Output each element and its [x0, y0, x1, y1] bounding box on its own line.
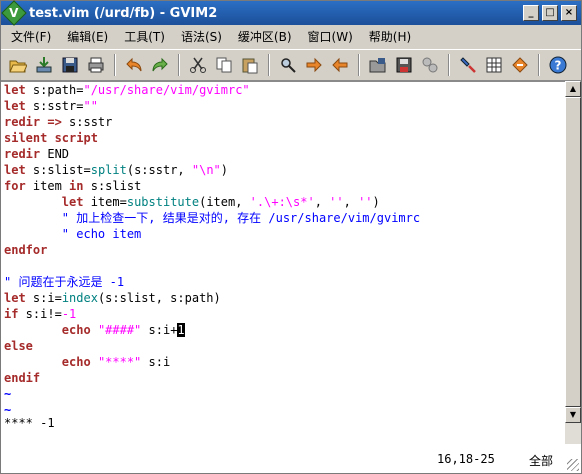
code-line: redir END — [4, 147, 70, 161]
close-button[interactable]: × — [561, 5, 577, 21]
code-line: endif — [4, 371, 41, 385]
code-line: " echo item — [4, 227, 142, 241]
menu-buffers[interactable]: 缓冲区(B) — [230, 27, 300, 47]
minimize-button[interactable]: _ — [523, 5, 539, 21]
redo-icon[interactable] — [149, 54, 171, 76]
load-session-icon[interactable] — [367, 54, 389, 76]
toolbar-separator — [178, 54, 180, 76]
toolbar: ? — [1, 49, 581, 81]
code-line: else — [4, 339, 33, 353]
title-bar[interactable]: V test.vim (/urd/fb) - GVIM2 _ □ × — [1, 0, 581, 26]
menu-window[interactable]: 窗口(W) — [300, 27, 361, 47]
command-line[interactable]: **** -1 16,18-25 全部 — [1, 416, 581, 473]
menu-file[interactable]: 文件(F) — [3, 27, 59, 47]
text-cursor: 1 — [177, 323, 185, 337]
find-replace-icon[interactable] — [277, 54, 299, 76]
help-icon[interactable]: ? — [547, 54, 569, 76]
empty-line-marker: ~ — [4, 387, 12, 401]
save-icon[interactable] — [33, 54, 55, 76]
menu-edit[interactable]: 编辑(E) — [59, 27, 116, 47]
toolbar-separator — [448, 54, 450, 76]
code-line: endfor — [4, 243, 48, 257]
save-all-icon[interactable] — [59, 54, 81, 76]
code-line: if s:i!=-1 — [4, 307, 77, 321]
code-line: let s:sstr="" — [4, 99, 98, 113]
svg-text:?: ? — [555, 59, 562, 73]
toolbar-separator — [358, 54, 360, 76]
vim-logo-icon: V — [1, 0, 27, 26]
make-icon[interactable] — [457, 54, 479, 76]
code-line: let s:i=index(s:slist, s:path) — [4, 291, 221, 305]
open-icon[interactable] — [7, 54, 29, 76]
window-title: test.vim (/urd/fb) - GVIM2 — [29, 5, 218, 21]
save-session-icon[interactable] — [393, 54, 415, 76]
resize-grip-icon[interactable] — [567, 459, 579, 471]
code-line: " 问题在于永远是 -1 — [4, 275, 125, 289]
code-line: echo "****" s:i — [61, 355, 171, 369]
cut-icon[interactable] — [187, 54, 209, 76]
command-output: **** -1 — [4, 416, 55, 430]
code-line: let s:slist=split(s:sstr, "\n") — [4, 163, 229, 177]
code-line: for item in s:slist — [4, 179, 142, 193]
toolbar-separator — [268, 54, 270, 76]
code-line: let item=substitute(item, '.\+:\s*', '',… — [61, 195, 380, 209]
undo-icon[interactable] — [123, 54, 145, 76]
find-next-icon[interactable] — [303, 54, 325, 76]
gvim-window: V test.vim (/urd/fb) - GVIM2 _ □ × 文件(F)… — [0, 0, 582, 474]
empty-line-marker: ~ — [4, 403, 12, 417]
maximize-button[interactable]: □ — [542, 5, 558, 21]
menu-help[interactable]: 帮助(H) — [361, 27, 419, 47]
code-line: silent script — [4, 131, 98, 145]
code-line: echo "####" s:i+1 — [61, 323, 185, 337]
menu-syntax[interactable]: 语法(S) — [173, 27, 230, 47]
cursor-position: 16,18-25 — [437, 452, 495, 466]
copy-icon[interactable] — [213, 54, 235, 76]
print-icon[interactable] — [85, 54, 107, 76]
code-line: " 加上检查一下, 结果是对的, 存在 /usr/share/vim/gvimr… — [4, 211, 421, 225]
scrollbar-thumb[interactable] — [565, 97, 581, 407]
code-line: let s:path="/usr/share/vim/gvimrc" — [4, 83, 250, 97]
shell-icon[interactable] — [483, 54, 505, 76]
vertical-scrollbar[interactable]: ▲ ▼ — [565, 81, 581, 444]
scroll-indicator: 全部 — [529, 454, 554, 468]
menu-tools[interactable]: 工具(T) — [116, 27, 173, 47]
toolbar-separator — [114, 54, 116, 76]
menu-bar: 文件(F) 编辑(E) 工具(T) 语法(S) 缓冲区(B) 窗口(W) 帮助(… — [1, 26, 581, 48]
paste-icon[interactable] — [239, 54, 261, 76]
editor-pane[interactable]: let s:path="/usr/share/vim/gvimrc" let s… — [1, 81, 565, 444]
run-script-icon[interactable] — [419, 54, 441, 76]
code-line: redir => s:sstr — [4, 115, 113, 129]
scroll-up-arrow-icon[interactable]: ▲ — [565, 81, 581, 97]
scroll-down-arrow-icon[interactable]: ▼ — [565, 407, 581, 423]
toolbar-separator — [538, 54, 540, 76]
tags-icon[interactable] — [509, 54, 531, 76]
find-prev-icon[interactable] — [329, 54, 351, 76]
